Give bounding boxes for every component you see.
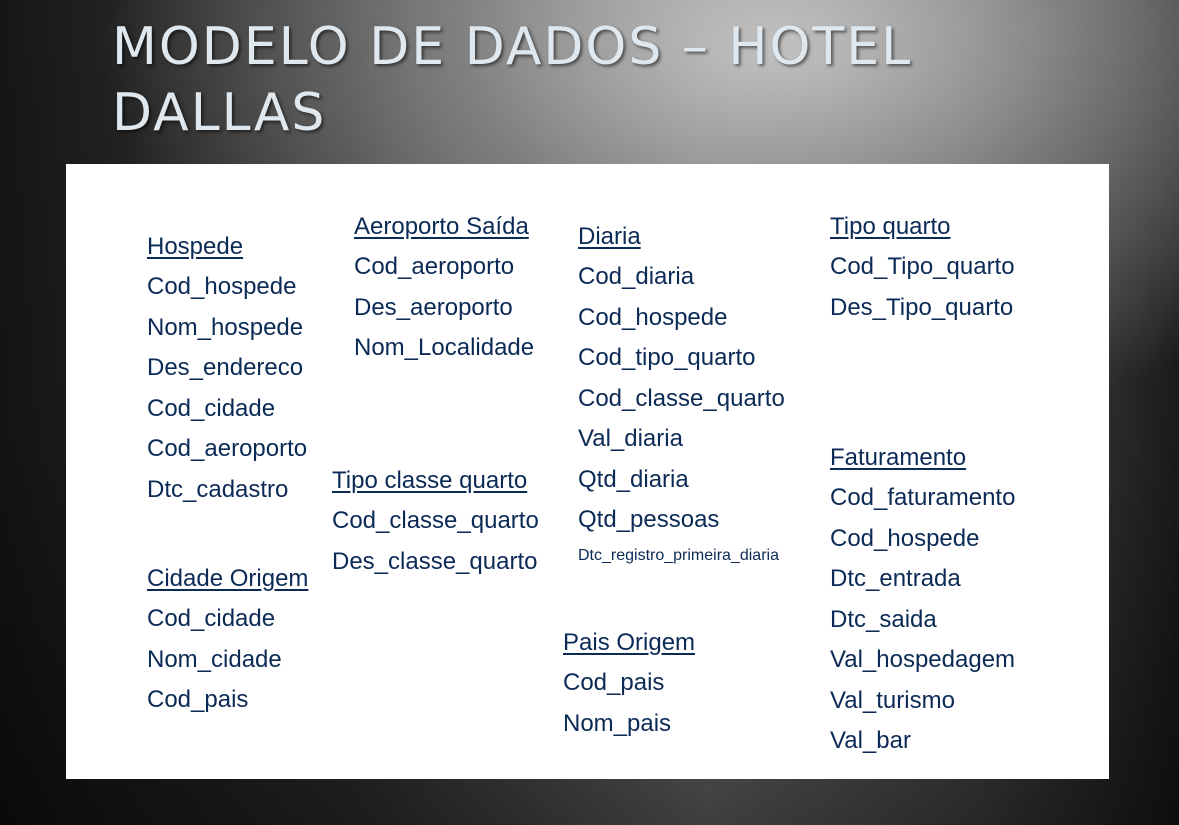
- field-item: Cod_classe_quarto: [578, 384, 785, 412]
- field-item: Des_classe_quarto: [332, 547, 538, 575]
- field-item: Dtc_cadastro: [147, 475, 289, 503]
- entity-name-diaria: Diaria: [578, 223, 641, 250]
- slide-title-line-2: DALLAS: [112, 83, 327, 143]
- field-item: Des_Tipo_quarto: [830, 293, 1014, 321]
- entity-name-tipo-classe-quarto: Tipo classe quarto: [332, 467, 528, 494]
- field-item: Val_diaria: [578, 425, 683, 452]
- field-list-faturamento: Cod_faturamento Cod_hospede Dtc_entrada …: [830, 478, 1015, 762]
- field-item: Cod_classe_quarto: [332, 507, 539, 534]
- field-item: Des_aeroporto: [354, 293, 513, 321]
- field-item: Cod_cidade: [147, 394, 276, 422]
- field-item: Cod_aeroporto: [147, 435, 308, 462]
- field-item: Cod_pais: [563, 669, 665, 696]
- data-model-panel: Hospede Cod_hospede Nom_hospede Des_ende…: [66, 164, 1109, 779]
- entity-hospede: Hospede Cod_hospede Nom_hospede Des_ende…: [147, 227, 307, 510]
- field-item: Val_turismo: [830, 686, 955, 714]
- entity-aeroporto-saida: Aeroporto Saída Cod_aeroporto Des_aeropo…: [354, 207, 534, 369]
- field-list-cidade-origem: Cod_cidade Nom_cidade Cod_pais: [147, 599, 308, 721]
- entity-tipo-classe-quarto: Tipo classe quarto Cod_classe_quarto Des…: [332, 461, 539, 582]
- field-item: Nom_pais: [563, 709, 672, 737]
- entity-name-faturamento: Faturamento: [830, 444, 967, 471]
- entity-faturamento: Faturamento Cod_faturamento Cod_hospede …: [830, 438, 1015, 762]
- entity-name-tipo-quarto: Tipo quarto: [830, 213, 951, 240]
- field-list-tipo-quarto: Cod_Tipo_quarto Des_Tipo_quarto: [830, 247, 1015, 328]
- field-item: Cod_aeroporto: [354, 253, 515, 280]
- field-item: Dtc_saida: [830, 605, 937, 633]
- field-item: Cod_hospede: [578, 303, 728, 331]
- entity-cidade-origem: Cidade Origem Cod_cidade Nom_cidade Cod_…: [147, 559, 308, 721]
- entity-name-hospede: Hospede: [147, 233, 244, 260]
- slide-title: MODELO DE DADOS – HOTEL DALLAS: [112, 14, 912, 146]
- entity-name-pais-origem: Pais Origem: [563, 629, 696, 656]
- entity-name-aeroporto-saida: Aeroporto Saída: [354, 213, 529, 240]
- field-list-diaria: Cod_diaria Cod_hospede Cod_tipo_quarto C…: [578, 257, 785, 571]
- field-item: Cod_tipo_quarto: [578, 344, 756, 371]
- field-item: Cod_Tipo_quarto: [830, 253, 1015, 280]
- field-item: Val_bar: [830, 727, 911, 754]
- slide-title-line-1: MODELO DE DADOS – HOTEL: [112, 17, 913, 77]
- field-item: Cod_cidade: [147, 605, 276, 632]
- field-item: Nom_hospede: [147, 313, 304, 341]
- field-list-hospede: Cod_hospede Nom_hospede Des_endereco Cod…: [147, 267, 307, 510]
- field-item: Cod_hospede: [147, 273, 297, 300]
- field-item: Dtc_registro_primeira_diaria: [578, 546, 779, 564]
- field-item: Cod_diaria: [578, 263, 695, 290]
- entity-diaria: Diaria Cod_diaria Cod_hospede Cod_tipo_q…: [578, 217, 785, 571]
- field-item: Dtc_entrada: [830, 565, 961, 592]
- field-item: Cod_faturamento: [830, 484, 1016, 511]
- field-list-aeroporto-saida: Cod_aeroporto Des_aeroporto Nom_Localida…: [354, 247, 534, 369]
- field-item: Cod_pais: [147, 686, 249, 713]
- field-list-pais-origem: Cod_pais Nom_pais: [563, 663, 695, 744]
- field-item: Qtd_diaria: [578, 465, 689, 493]
- entity-name-cidade-origem: Cidade Origem: [147, 565, 309, 592]
- field-list-tipo-classe-quarto: Cod_classe_quarto Des_classe_quarto: [332, 501, 539, 582]
- entity-tipo-quarto: Tipo quarto Cod_Tipo_quarto Des_Tipo_qua…: [830, 207, 1015, 328]
- field-item: Val_hospedagem: [830, 646, 1016, 673]
- field-item: Nom_cidade: [147, 645, 282, 673]
- field-item: Cod_hospede: [830, 524, 980, 552]
- field-item: Nom_Localidade: [354, 334, 535, 361]
- field-item: Qtd_pessoas: [578, 506, 720, 533]
- entity-pais-origem: Pais Origem Cod_pais Nom_pais: [563, 623, 695, 744]
- field-item: Des_endereco: [147, 354, 304, 381]
